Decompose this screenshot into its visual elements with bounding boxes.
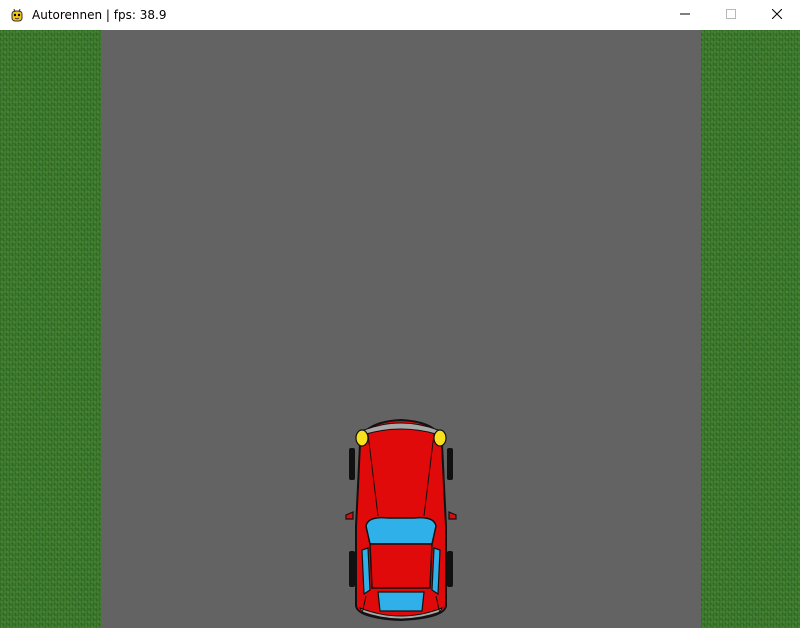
rear-window (377, 591, 425, 612)
windshield (365, 516, 437, 545)
grass-right (701, 30, 800, 628)
window-title: Autorennen | fps: 38.9 (32, 8, 167, 22)
title-bar[interactable]: Autorennen | fps: 38.9 (0, 0, 800, 30)
right-headlight (433, 429, 447, 447)
maximize-icon (726, 6, 736, 24)
front-right-tire (447, 448, 453, 480)
player-car (344, 416, 458, 622)
pygame-snake-icon (9, 7, 25, 23)
right-side-window (431, 547, 441, 596)
rear-right-tire (447, 551, 453, 587)
front-left-tire (349, 448, 355, 480)
grass-left (0, 30, 101, 628)
right-mirror (448, 511, 457, 520)
close-button[interactable] (754, 0, 800, 30)
close-icon (771, 6, 783, 24)
left-side-window (361, 547, 371, 596)
left-mirror (345, 511, 354, 520)
maximize-button[interactable] (708, 0, 754, 30)
left-headlight (355, 429, 369, 447)
game-canvas[interactable] (0, 30, 800, 628)
window-controls (662, 0, 800, 30)
minimize-icon (680, 6, 690, 24)
rear-left-tire (349, 551, 355, 587)
roof (369, 543, 433, 589)
minimize-button[interactable] (662, 0, 708, 30)
game-window: Autorennen | fps: 38.9 (0, 0, 800, 628)
red-car-top-view (345, 418, 457, 622)
